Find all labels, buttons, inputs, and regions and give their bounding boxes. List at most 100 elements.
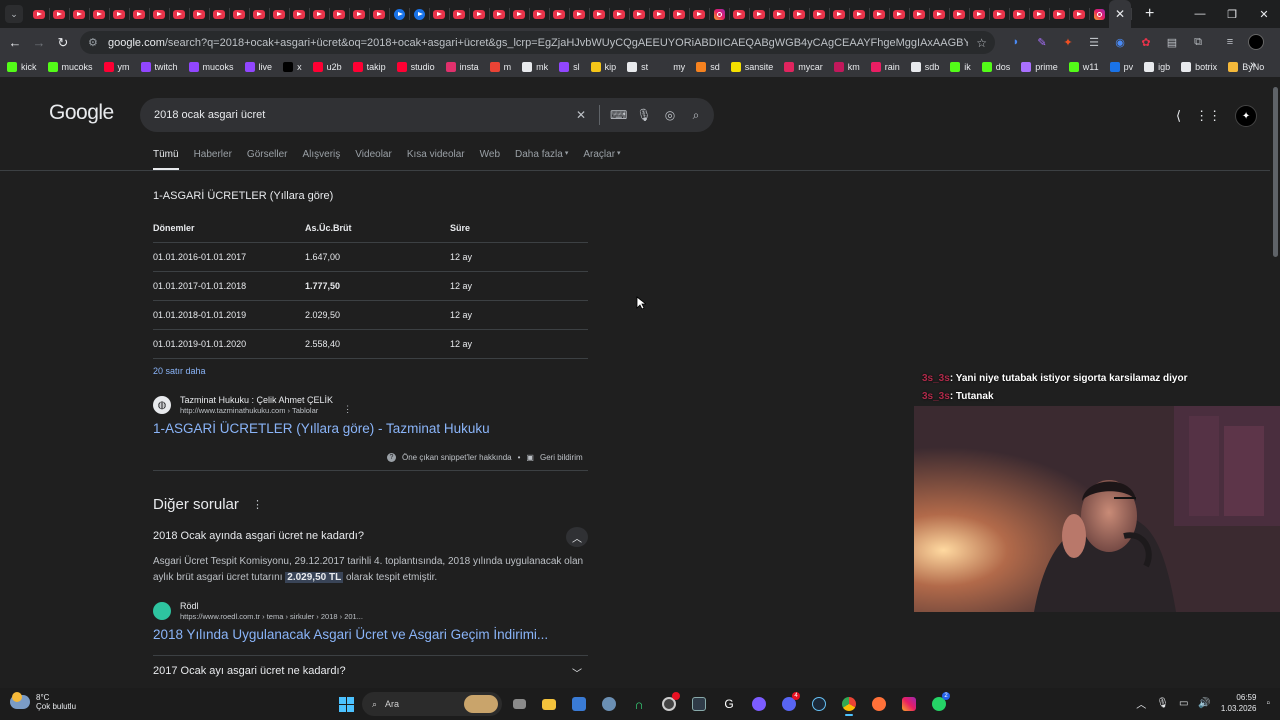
browser-tab[interactable] [329,0,350,28]
browser-tab[interactable] [169,0,190,28]
network-icon[interactable]: ▭ [1179,698,1188,709]
app-purple-icon[interactable] [746,692,772,716]
extension-icon-4[interactable]: ☰ [1082,30,1106,54]
lens-icon[interactable]: ◎ [662,108,678,122]
browser-tab[interactable] [1069,0,1090,28]
search-tab-1[interactable]: Haberler [194,149,232,170]
browser-tab[interactable] [529,0,550,28]
chrome-icon[interactable] [836,692,862,716]
browser-tab[interactable] [929,0,950,28]
browser-tab[interactable] [429,0,450,28]
browser-tab[interactable] [69,0,90,28]
browser-tab[interactable] [349,0,370,28]
bookmark-x[interactable]: x [283,62,302,72]
browser-tab[interactable] [969,0,990,28]
search-tab-8[interactable]: Araçlar [583,149,615,170]
browser-tab[interactable] [849,0,870,28]
search-tab-3[interactable]: Alışveriş [303,149,341,170]
browser-tab[interactable] [729,0,750,28]
browser-tab[interactable] [809,0,830,28]
search-tab-7[interactable]: Daha fazla [515,149,563,170]
site-info-icon[interactable]: ⚙ [88,36,104,49]
browser-tab[interactable] [949,0,970,28]
bookmark-my[interactable]: my [659,62,685,72]
clock[interactable]: 06:59 1.03.2026 [1221,692,1257,714]
feedback-link[interactable]: Geri bildirim [540,453,583,462]
search-tab-4[interactable]: Videolar [355,149,392,170]
browser-tab[interactable] [829,0,850,28]
bookmark-takip[interactable]: takip [352,62,386,72]
address-bar[interactable]: ⚙ google.com/search?q=2018+ocak+asgari+ü… [80,31,995,54]
bookmark-m[interactable]: m [489,62,511,72]
browser-tab[interactable] [289,0,310,28]
browser-tab[interactable] [409,0,430,28]
bookmark-botrix[interactable]: botrix [1181,62,1217,72]
maximize-button[interactable]: ❐ [1216,0,1248,28]
bookmark-mycar[interactable]: mycar [784,62,823,72]
volume-icon[interactable]: 🔊 [1198,698,1210,709]
browser-tab[interactable] [789,0,810,28]
browser-tab[interactable] [989,0,1010,28]
bookmark-insta[interactable]: insta [445,62,479,72]
browser-tab[interactable] [869,0,890,28]
new-tab-button[interactable]: + [1145,5,1154,23]
paa-source[interactable]: Rödl https://www.roedl.com.tr › tema › s… [153,601,363,621]
bookmarks-overflow-icon[interactable]: » [1250,59,1260,71]
bookmark-twitch[interactable]: twitch [140,62,178,72]
steam-icon[interactable] [806,692,832,716]
bookmark-live[interactable]: live [244,62,272,72]
browser-tab[interactable] [589,0,610,28]
paa-options-icon[interactable]: ⋮ [252,498,263,511]
bookmark-u2b[interactable]: u2b [312,62,342,72]
forward-button[interactable]: → [27,31,51,55]
menu-icon[interactable]: ⋮ [1270,30,1280,54]
taskbar-search[interactable]: ⌕ Ara [362,692,502,716]
browser-tab[interactable] [749,0,770,28]
apps-grid-icon[interactable]: ⋮⋮ [1195,108,1221,124]
bookmark-mucoks[interactable]: mucoks [188,62,234,72]
discord-icon[interactable]: 4 [776,692,802,716]
more-rows-link[interactable]: 20 satır daha [153,366,206,376]
close-tab-icon[interactable]: ✕ [1115,7,1125,21]
chevron-down-icon[interactable]: ﹀ [566,662,588,682]
snippet-result-link[interactable]: 1-ASGARİ ÜCRETLER (Yıllara göre) - Tazmi… [153,421,490,436]
tab-search-button[interactable]: ⌄ [5,5,23,23]
cursor-app-icon[interactable]: G [716,692,742,716]
about-snippets-link[interactable]: Öne çıkan snippet'ler hakkında [402,453,512,462]
search-tab-6[interactable]: Web [480,149,500,170]
browser-tab[interactable] [549,0,570,28]
steam-vr-icon[interactable] [686,692,712,716]
bookmark-pv[interactable]: pv [1109,62,1133,72]
browser-tab[interactable] [689,0,710,28]
weather-widget[interactable]: 8°C Çok bulutlu [10,692,76,711]
browser-tab[interactable] [89,0,110,28]
bookmark-km[interactable]: km [833,62,860,72]
extensions-puzzle-icon[interactable]: ⧉ [1186,30,1210,54]
more-options-icon[interactable]: ⋮ [343,404,352,415]
browser-tab[interactable] [649,0,670,28]
browser-tab[interactable] [149,0,170,28]
bookmark-studio[interactable]: studio [396,62,435,72]
search-tab-2[interactable]: Görseller [247,149,288,170]
browser-tab[interactable] [669,0,690,28]
chevron-up-icon[interactable]: ︿ [566,527,588,547]
task-view-icon[interactable] [506,692,532,716]
browser-tab[interactable] [29,0,50,28]
reload-button[interactable]: ↻ [51,31,75,55]
browser-tab[interactable] [229,0,250,28]
back-button[interactable]: ← [3,31,27,55]
bookmark-sd[interactable]: sd [696,62,720,72]
browser-tab[interactable] [209,0,230,28]
search-tab-0[interactable]: Tümü [153,149,179,170]
start-button[interactable] [334,692,358,716]
firefox-icon[interactable] [866,692,892,716]
minimize-button[interactable]: — [1184,0,1216,28]
bookmark-kip[interactable]: kip [590,62,616,72]
bookmark-dos[interactable]: dos [981,62,1010,72]
bookmark-mucoks[interactable]: mucoks [47,62,93,72]
browser-tab[interactable] [769,0,790,28]
share-icon[interactable]: ⟨ [1176,108,1181,124]
bookmark-sansite[interactable]: sansite [730,62,773,72]
bookmark-ik[interactable]: ik [950,62,971,72]
bookmark-kick[interactable]: kick [7,62,37,72]
